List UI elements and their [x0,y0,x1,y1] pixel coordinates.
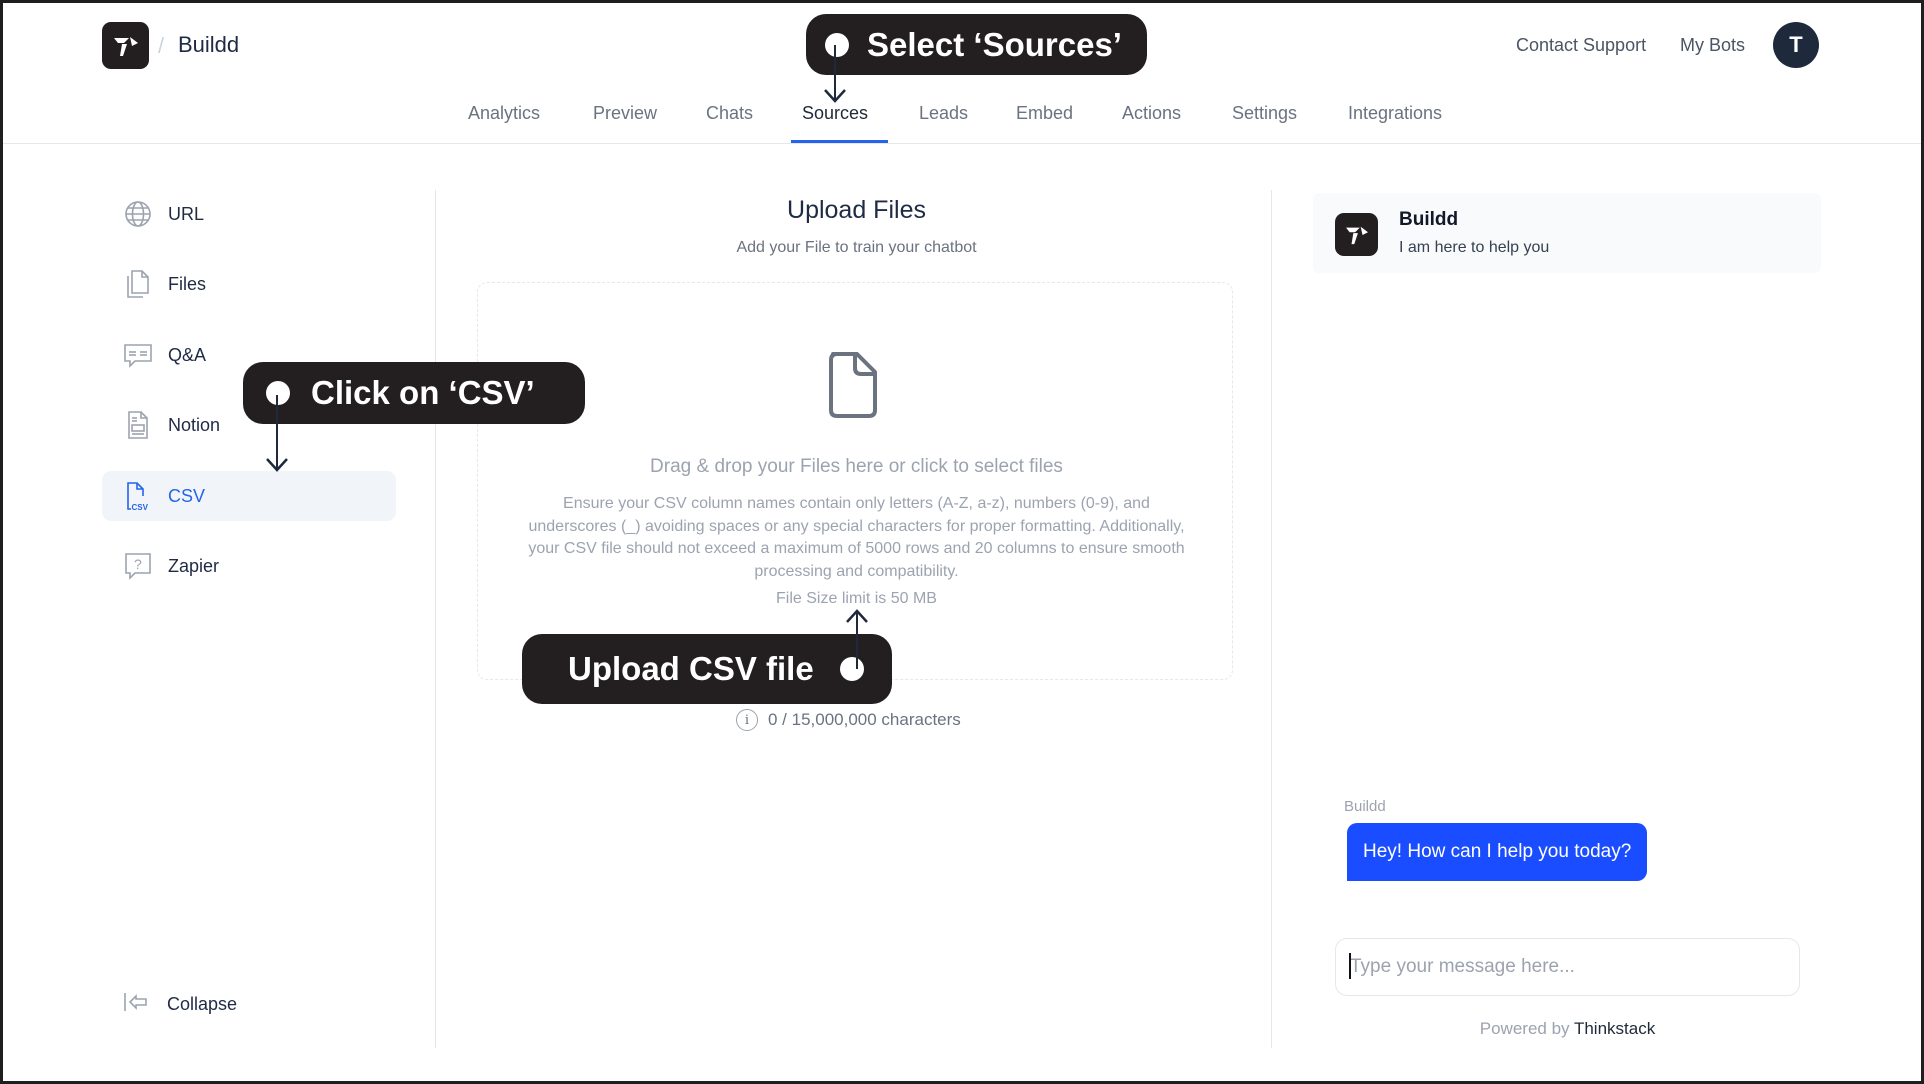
file-icon [825,350,881,425]
chat-bot-logo [1335,213,1378,256]
callout-dot [266,381,290,405]
arrow-down-icon [824,89,846,103]
info-icon: i [736,709,758,731]
sidebar-divider [435,190,436,1048]
sidebar-item-label: Files [168,273,207,294]
upload-title: Upload Files [787,196,926,224]
text-caret [1349,953,1351,979]
file-size-limit: File Size limit is 50 MB [776,590,937,607]
chat-message-input[interactable] [1335,938,1800,996]
sidebar-item-zapier[interactable]: ? Zapier [102,541,396,591]
sidebar-item-label: Q&A [168,344,207,365]
user-avatar[interactable]: T [1773,22,1819,68]
chat-bot-tagline: I am here to help you [1399,239,1550,256]
main-tabs: Analytics Preview Chats Sources Leads Em… [3,103,1921,143]
upload-subtitle: Add your File to train your chatbot [736,239,977,256]
header-divider [3,143,1921,144]
tab-chats[interactable]: Chats [706,103,753,124]
callout-text: Upload CSV file [568,650,814,687]
bot-message-bubble: Hey! How can I help you today? [1347,823,1648,881]
app-window: / Buildd Contact Support My Bots T Analy… [3,3,1921,1081]
arrow-up-icon [846,609,868,623]
tab-sources[interactable]: Sources [802,103,868,124]
sidebar-item-label: CSV [168,485,206,506]
callout-click-csv: Click on ‘CSV’ [243,362,585,424]
collapse-button[interactable]: Collapse [123,991,237,1018]
breadcrumb-separator: / [158,33,165,58]
tab-embed[interactable]: Embed [1016,103,1073,124]
callout-dot [839,657,864,681]
bot-name[interactable]: Buildd [178,32,239,58]
buildd-logo[interactable] [102,22,149,69]
logo-mark-icon [1345,226,1368,244]
powered-by-brand-link[interactable]: Thinkstack [1574,1019,1655,1038]
my-bots-link[interactable]: My Bots [1680,35,1745,56]
chat-header: Buildd I am here to help you [1313,193,1821,273]
csv-file-icon: CSV [122,480,154,512]
message-sender-label: Buildd [1344,798,1386,815]
sidebar-item-url[interactable]: URL [102,189,396,239]
arrow-down-icon [266,458,288,472]
collapse-icon [123,991,149,1018]
tab-preview[interactable]: Preview [593,103,657,124]
callout-select-sources: Select ‘Sources’ [806,14,1147,75]
tab-settings[interactable]: Settings [1232,103,1297,124]
character-count-text: 0 / 15,000,000 characters [768,710,961,729]
powered-by: Powered by Thinkstack [1335,1019,1800,1039]
question-icon: ? [122,550,154,582]
powered-by-prefix: Powered by [1479,1019,1570,1038]
sidebar-item-label: Notion [168,414,221,435]
tab-leads[interactable]: Leads [919,103,968,124]
tab-actions[interactable]: Actions [1122,103,1181,124]
qa-icon [122,339,154,371]
tab-analytics[interactable]: Analytics [468,103,540,124]
callout-text: Click on ‘CSV’ [311,374,535,411]
sidebar-item-label: URL [168,203,205,224]
sidebar-item-csv[interactable]: CSV CSV [102,471,396,521]
files-icon [122,268,154,300]
collapse-label: Collapse [167,994,238,1014]
dropzone-instructions: Drag & drop your Files here or click to … [650,456,1063,477]
preview-divider [1271,190,1272,1048]
character-count: i 0 / 15,000,000 characters [736,709,961,731]
chat-bot-name: Buildd [1399,209,1459,230]
tab-integrations[interactable]: Integrations [1348,103,1442,124]
sidebar-item-label: Zapier [168,555,220,576]
svg-text:CSV: CSV [132,503,149,512]
notion-icon [122,409,154,441]
sidebar-item-files[interactable]: Files [102,259,396,309]
contact-support-link[interactable]: Contact Support [1516,35,1646,56]
svg-text:?: ? [134,556,142,572]
logo-mark-icon [113,36,138,56]
callout-dot [825,32,849,57]
callout-text: Select ‘Sources’ [867,25,1122,63]
globe-icon [122,198,154,230]
callout-upload-csv: Upload CSV file [522,634,892,704]
csv-format-note: Ensure your CSV column names contain onl… [528,495,1185,580]
